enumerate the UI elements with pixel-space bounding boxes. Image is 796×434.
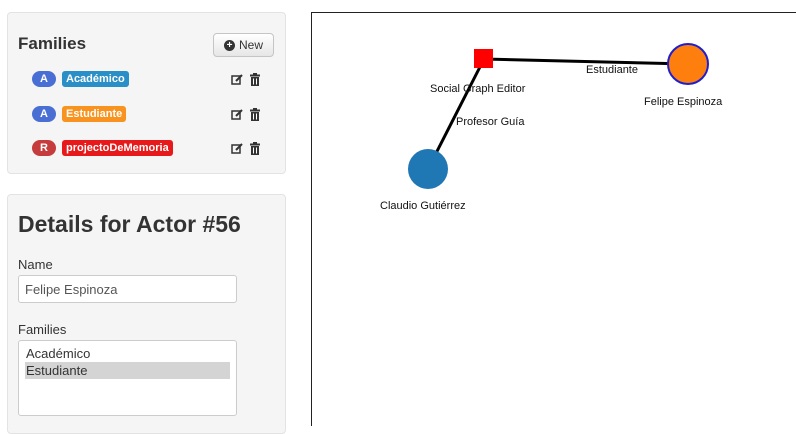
name-label: Name <box>18 257 53 272</box>
graph-node-circle[interactable] <box>408 149 448 189</box>
new-button-label: New <box>238 38 263 52</box>
node-label: Felipe Espinoza <box>644 96 723 108</box>
family-item-academico: A Académico <box>32 70 267 88</box>
new-family-button[interactable]: + New <box>213 33 274 57</box>
family-label[interactable]: Académico <box>62 71 129 87</box>
node-label: Claudio Gutiérrez <box>380 200 466 212</box>
families-listbox[interactable]: Académico Estudiante <box>18 340 237 416</box>
family-label[interactable]: projectoDeMemoria <box>62 140 173 156</box>
family-item-projectodememoria: R projectoDeMemoria <box>32 139 267 157</box>
name-field[interactable] <box>18 275 237 303</box>
families-label: Families <box>18 322 67 337</box>
families-option[interactable]: Académico <box>25 345 230 362</box>
graph-canvas[interactable]: Estudiante Profesor Guía Social Graph Ed… <box>311 12 796 426</box>
graph-svg[interactable]: Estudiante Profesor Guía Social Graph Ed… <box>312 13 796 427</box>
graph-node-circle[interactable] <box>667 43 709 85</box>
edit-icon[interactable] <box>230 106 244 122</box>
family-item-estudiante: A Estudiante <box>32 105 267 123</box>
plus-circle-icon: + <box>223 39 235 51</box>
graph-node-square[interactable] <box>474 49 493 68</box>
trash-icon[interactable] <box>248 140 262 156</box>
trash-icon[interactable] <box>248 71 262 87</box>
edge-label: Profesor Guía <box>456 116 525 128</box>
details-panel: Details for Actor #56 Name Families Acad… <box>7 194 286 434</box>
family-type-badge: A <box>32 71 56 87</box>
families-title: Families <box>18 34 87 53</box>
trash-icon[interactable] <box>248 106 262 122</box>
family-type-badge: R <box>32 140 56 156</box>
families-option[interactable]: Estudiante <box>25 362 230 379</box>
node-label: Social Graph Editor <box>430 83 526 95</box>
edit-icon[interactable] <box>230 140 244 156</box>
edge-label: Estudiante <box>586 64 638 76</box>
family-label[interactable]: Estudiante <box>62 106 127 122</box>
families-panel: Families + New A Académico A Estudiante … <box>7 12 286 174</box>
family-type-badge: A <box>32 106 56 122</box>
edit-icon[interactable] <box>230 71 244 87</box>
details-title: Details for Actor #56 <box>18 211 241 237</box>
